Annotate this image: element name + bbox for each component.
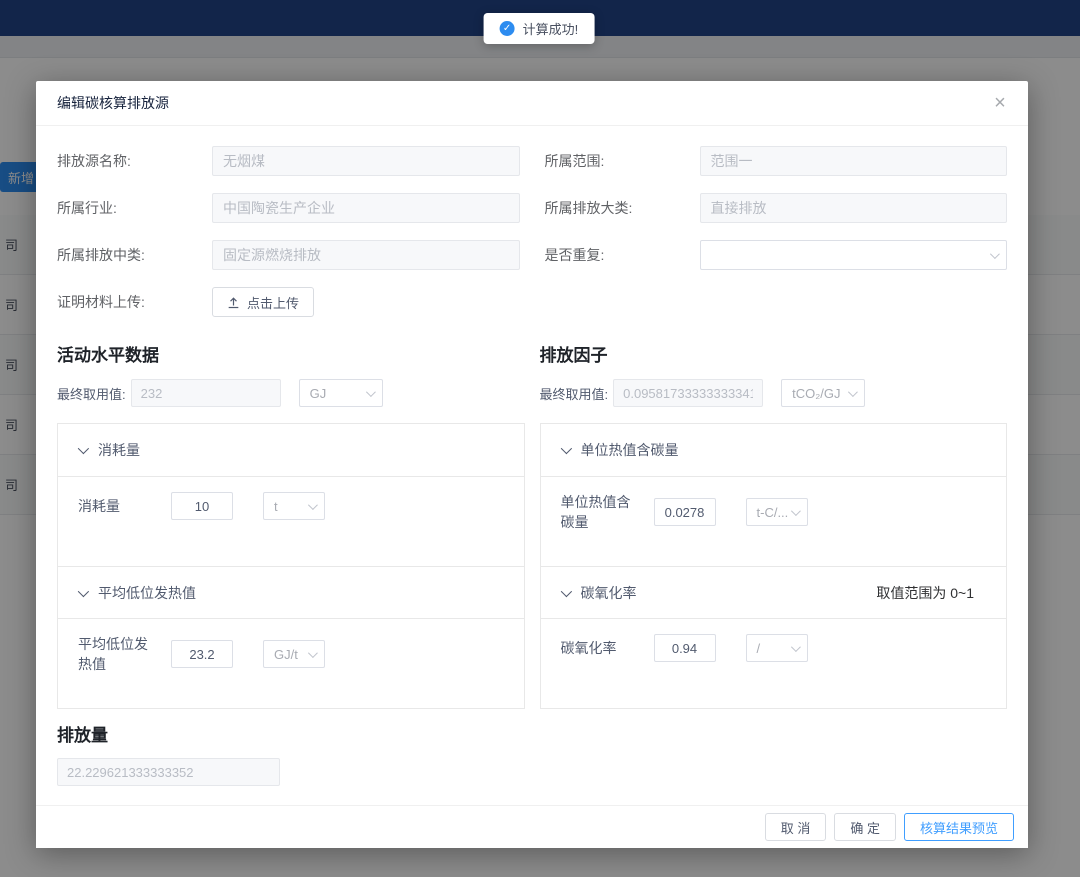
row-label: 碳氧化率: [561, 638, 636, 658]
oxidation-rate-section-body: 碳氧化率 /: [541, 618, 1007, 708]
consumption-unit-select[interactable]: t: [263, 492, 325, 520]
section-title: 单位热值含碳量: [581, 440, 679, 460]
consumption-section-body: 消耗量 t: [58, 476, 524, 566]
field-upload: 证明材料上传: 点击上传: [57, 287, 520, 317]
carbon-content-unit-select[interactable]: t-C/...: [746, 498, 808, 526]
factor-unit-value: tCO₂/GJ: [792, 386, 840, 401]
section-title: 碳氧化率: [581, 583, 637, 603]
final-value-label: 最终取用值:: [57, 384, 126, 403]
field-label: 所属行业:: [57, 198, 212, 218]
factor-column: 排放因子 最终取用值: tCO₂/GJ 单位热值含碳量: [540, 341, 1008, 709]
unit-value: GJ/t: [274, 647, 298, 662]
activity-panel: 消耗量 消耗量 t 平均低: [57, 423, 525, 709]
field-industry: 所属行业:: [57, 193, 520, 223]
duplicate-select[interactable]: [700, 240, 1008, 270]
modal-title: 编辑碳核算排放源: [57, 93, 169, 113]
unit-value: t: [274, 499, 278, 514]
chevron-down-icon: [308, 648, 318, 658]
emission-value-input[interactable]: [57, 758, 280, 786]
section-title: 消耗量: [98, 440, 140, 460]
chevron-down-icon: [790, 506, 800, 516]
unit-value: t-C/...: [757, 505, 789, 520]
chevron-down-icon: [848, 387, 858, 397]
value-range-note: 取值范围为 0~1: [876, 583, 986, 603]
field-label: 所属范围:: [545, 151, 700, 171]
row-label: 单位热值含碳量: [561, 492, 636, 532]
field-label: 所属排放中类:: [57, 245, 212, 265]
heating-value-section-body: 平均低位发热值 GJ/t: [58, 618, 524, 708]
check-circle-icon: ✓: [500, 21, 515, 36]
activity-unit-value: GJ: [310, 386, 327, 401]
field-duplicate: 是否重复:: [545, 240, 1008, 270]
carbon-content-section-body: 单位热值含碳量 t-C/...: [541, 476, 1007, 566]
chevron-down-icon[interactable]: [560, 585, 571, 596]
activity-final-row: 最终取用值: GJ: [57, 379, 525, 407]
factor-final-input[interactable]: [613, 379, 763, 407]
factor-panel: 单位热值含碳量 单位热值含碳量 t-C/...: [540, 423, 1008, 709]
field-middle-category: 所属排放中类:: [57, 240, 520, 270]
oxidation-rate-unit-select[interactable]: /: [746, 634, 808, 662]
upload-button[interactable]: 点击上传: [212, 287, 314, 317]
field-major-category: 所属排放大类:: [545, 193, 1008, 223]
modal-footer: 取 消 确 定 核算结果预览: [36, 805, 1028, 848]
consumption-input[interactable]: [171, 492, 233, 520]
chevron-down-icon: [308, 500, 318, 510]
factor-section-title: 排放因子: [540, 341, 1008, 366]
data-columns: 活动水平数据 最终取用值: GJ 消耗量: [57, 341, 1007, 709]
middle-category-input[interactable]: [212, 240, 520, 270]
major-category-input[interactable]: [700, 193, 1008, 223]
heating-value-input[interactable]: [171, 640, 233, 668]
section-title: 平均低位发热值: [98, 583, 196, 603]
field-label: 是否重复:: [545, 245, 700, 265]
cancel-button[interactable]: 取 消: [765, 813, 827, 841]
chevron-down-icon[interactable]: [78, 585, 89, 596]
field-label: 证明材料上传:: [57, 292, 212, 312]
carbon-content-input[interactable]: [654, 498, 716, 526]
chevron-down-icon[interactable]: [78, 443, 89, 454]
field-label: 排放源名称:: [57, 151, 212, 171]
toast-text: 计算成功!: [523, 19, 579, 38]
upload-button-label: 点击上传: [247, 293, 299, 312]
activity-final-input[interactable]: [131, 379, 281, 407]
preview-result-button[interactable]: 核算结果预览: [904, 813, 1014, 841]
row-label: 平均低位发热值: [78, 634, 153, 674]
success-toast: ✓ 计算成功!: [484, 13, 595, 44]
field-source-name: 排放源名称:: [57, 146, 520, 176]
consumption-section-header[interactable]: 消耗量: [58, 424, 524, 476]
heating-value-unit-select[interactable]: GJ/t: [263, 640, 325, 668]
chevron-down-icon: [366, 387, 376, 397]
scope-input[interactable]: [700, 146, 1008, 176]
modal-header: 编辑碳核算排放源 ×: [36, 81, 1028, 126]
chevron-down-icon: [790, 642, 800, 652]
upload-icon: [227, 296, 240, 309]
row-label: 消耗量: [78, 496, 153, 516]
final-value-label: 最终取用值:: [540, 384, 609, 403]
chevron-down-icon[interactable]: [560, 443, 571, 454]
source-name-input[interactable]: [212, 146, 520, 176]
emission-section-title: 排放量: [57, 721, 1007, 746]
heating-value-section-header[interactable]: 平均低位发热值: [58, 566, 524, 618]
carbon-content-section-header[interactable]: 单位热值含碳量: [541, 424, 1007, 476]
activity-column: 活动水平数据 最终取用值: GJ 消耗量: [57, 341, 525, 709]
oxidation-rate-input[interactable]: [654, 634, 716, 662]
oxidation-rate-section-header[interactable]: 碳氧化率 取值范围为 0~1: [541, 566, 1007, 618]
factor-unit-select[interactable]: tCO₂/GJ: [781, 379, 865, 407]
activity-section-title: 活动水平数据: [57, 341, 525, 366]
chevron-down-icon: [990, 249, 1000, 259]
factor-final-row: 最终取用值: tCO₂/GJ: [540, 379, 1008, 407]
modal-body: 排放源名称: 所属范围: 所属行业: 所属排放大类: 所属排放中类: 是否重复:: [36, 126, 1028, 786]
unit-value: /: [757, 641, 761, 656]
field-label: 所属排放大类:: [545, 198, 700, 218]
close-icon[interactable]: ×: [988, 91, 1012, 115]
form-grid: 排放源名称: 所属范围: 所属行业: 所属排放大类: 所属排放中类: 是否重复:: [57, 146, 1007, 317]
activity-unit-select[interactable]: GJ: [299, 379, 383, 407]
field-scope: 所属范围:: [545, 146, 1008, 176]
industry-input[interactable]: [212, 193, 520, 223]
edit-emission-source-modal: 编辑碳核算排放源 × 排放源名称: 所属范围: 所属行业: 所属排放大类: 所属…: [36, 81, 1028, 848]
confirm-button[interactable]: 确 定: [834, 813, 896, 841]
